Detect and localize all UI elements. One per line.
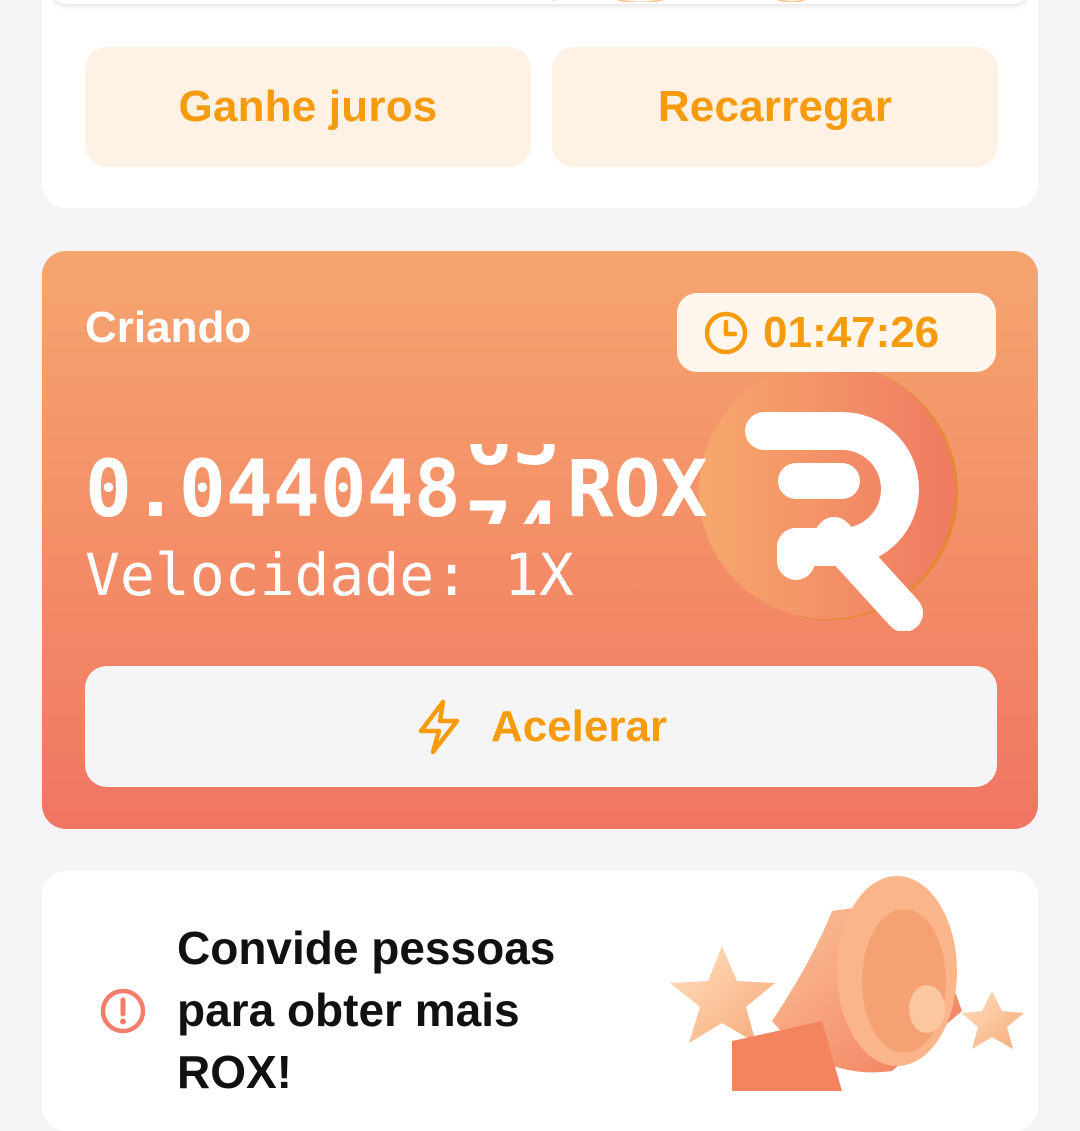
timer-value: 01:47:26 (763, 307, 940, 357)
mining-status: Criando (85, 303, 252, 352)
accelerate-button[interactable]: Acelerar (85, 666, 997, 787)
info-icon (100, 988, 146, 1034)
decorative-art (553, 0, 806, 2)
rolling-digit: 3 (513, 444, 560, 478)
earn-interest-button[interactable]: Ganhe juros (85, 47, 531, 167)
recharge-button[interactable]: Recarregar (552, 47, 998, 167)
mining-card: Criando 01:47:26 0.044048 6 3 7 4 ROX Ve… (42, 251, 1038, 829)
speed-label: Velocidade: 1X (85, 541, 574, 609)
countdown-timer: 01:47:26 (677, 293, 996, 372)
card-inner-strip (48, 0, 1032, 4)
bolt-icon (418, 699, 460, 754)
rolling-digit: 6 (465, 444, 512, 478)
rolling-digits: 6 3 7 4 (465, 444, 563, 524)
amount-value: 0.044048 (85, 445, 461, 535)
accelerate-label: Acelerar (490, 701, 668, 751)
invite-message: Convide pessoas para obter mais ROX! (177, 922, 556, 1098)
rolling-digit: 7 (465, 492, 512, 524)
currency-symbol: ROX (566, 445, 708, 535)
invite-banner[interactable]: Convide pessoas para obter mais ROX! (42, 871, 1038, 1131)
mined-amount: 0.044048 6 3 7 4 ROX (85, 436, 708, 535)
wallet-card: Ganhe juros Recarregar (42, 0, 1038, 208)
recharge-label: Recarregar (657, 82, 893, 131)
rolling-digit: 4 (513, 492, 560, 524)
clock-icon (704, 311, 748, 354)
earn-interest-label: Ganhe juros (178, 82, 438, 131)
rox-logo (699, 363, 958, 631)
megaphone-illustration (670, 876, 1024, 1091)
